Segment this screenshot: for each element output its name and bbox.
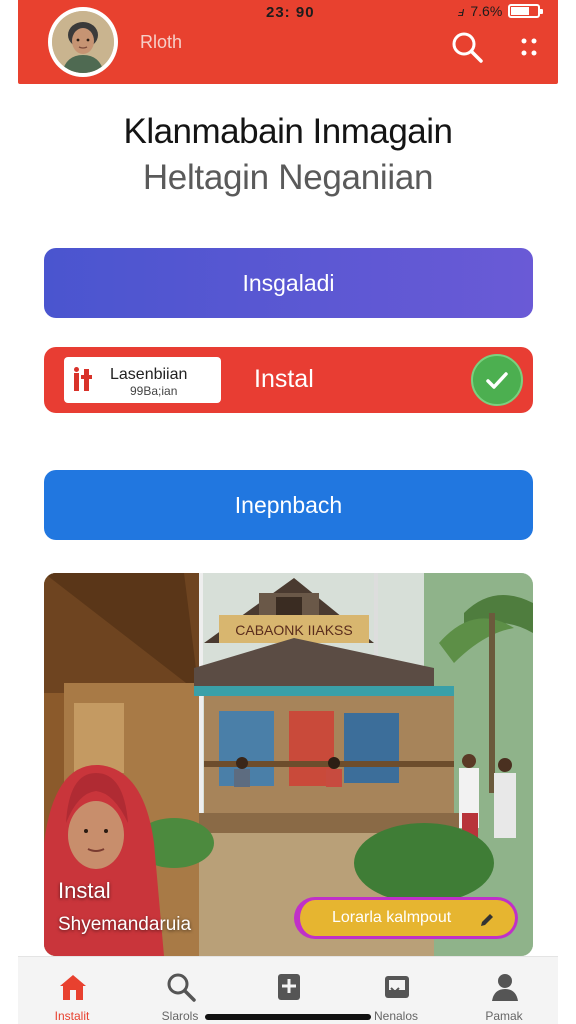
app-screen: 23: 90 ⅎ 7.6% Rloth Klanmabain Inmagain … <box>0 0 576 1024</box>
nav-label-home: Instalit <box>54 1009 90 1023</box>
pencil-icon <box>481 914 493 926</box>
install-button[interactable]: Lasenbiian 99Ba;ian Instal <box>44 347 533 413</box>
install-box-title: Lasenbiian <box>110 366 188 383</box>
install-app-icon <box>74 367 92 391</box>
install-button-label: Instal <box>254 365 314 393</box>
nav-label-profile: Pamak <box>485 1009 523 1023</box>
battery-icon <box>508 4 544 18</box>
nav-item-home[interactable]: Instalit <box>18 957 126 1024</box>
bookmark-plus-icon <box>278 974 300 1000</box>
signal-icon: ⅎ <box>458 3 465 19</box>
avatar[interactable] <box>48 7 118 77</box>
house-sign-text: CABAONK IIAKSS <box>235 622 352 638</box>
header-title: Rloth <box>140 32 183 52</box>
search-icon[interactable] <box>450 30 484 64</box>
avatar-photo <box>52 11 114 73</box>
edit-chip-button[interactable]: Lorarla kalmpout <box>294 897 518 939</box>
battery-percent: 7.6% <box>470 3 503 19</box>
page-subtitle: Heltagin Neganiian <box>142 158 434 197</box>
status-time: 23: 90 <box>266 4 315 21</box>
profile-icon <box>492 974 518 1001</box>
secondary-button[interactable]: Inepnbach <box>44 470 533 540</box>
inbox-icon <box>385 976 409 998</box>
nav-item-profile[interactable]: Pamak <box>450 957 558 1024</box>
status-indicators: ⅎ 7.6% <box>458 3 544 19</box>
checkmark-icon[interactable] <box>471 354 523 406</box>
user-avatar-icon <box>52 11 114 73</box>
page-title: Klanmabain Inmagain <box>123 112 453 151</box>
chip-label: Lorarla kalmpout <box>332 909 452 926</box>
install-label-box: Lasenbiian 99Ba;ian <box>64 357 221 403</box>
install-box-subtitle: 99Ba;ian <box>130 384 178 398</box>
photo-caption-title: Instal <box>58 878 111 903</box>
home-icon <box>60 975 86 1000</box>
grid-dots-icon[interactable] <box>514 32 544 62</box>
photo-caption-subtitle: Shyemandaruia <box>58 914 192 935</box>
home-indicator[interactable] <box>205 1014 371 1020</box>
search-icon <box>167 973 196 1002</box>
top-header: 23: 90 ⅎ 7.6% Rloth <box>18 0 558 84</box>
primary-button[interactable]: Insgaladi <box>44 248 533 318</box>
